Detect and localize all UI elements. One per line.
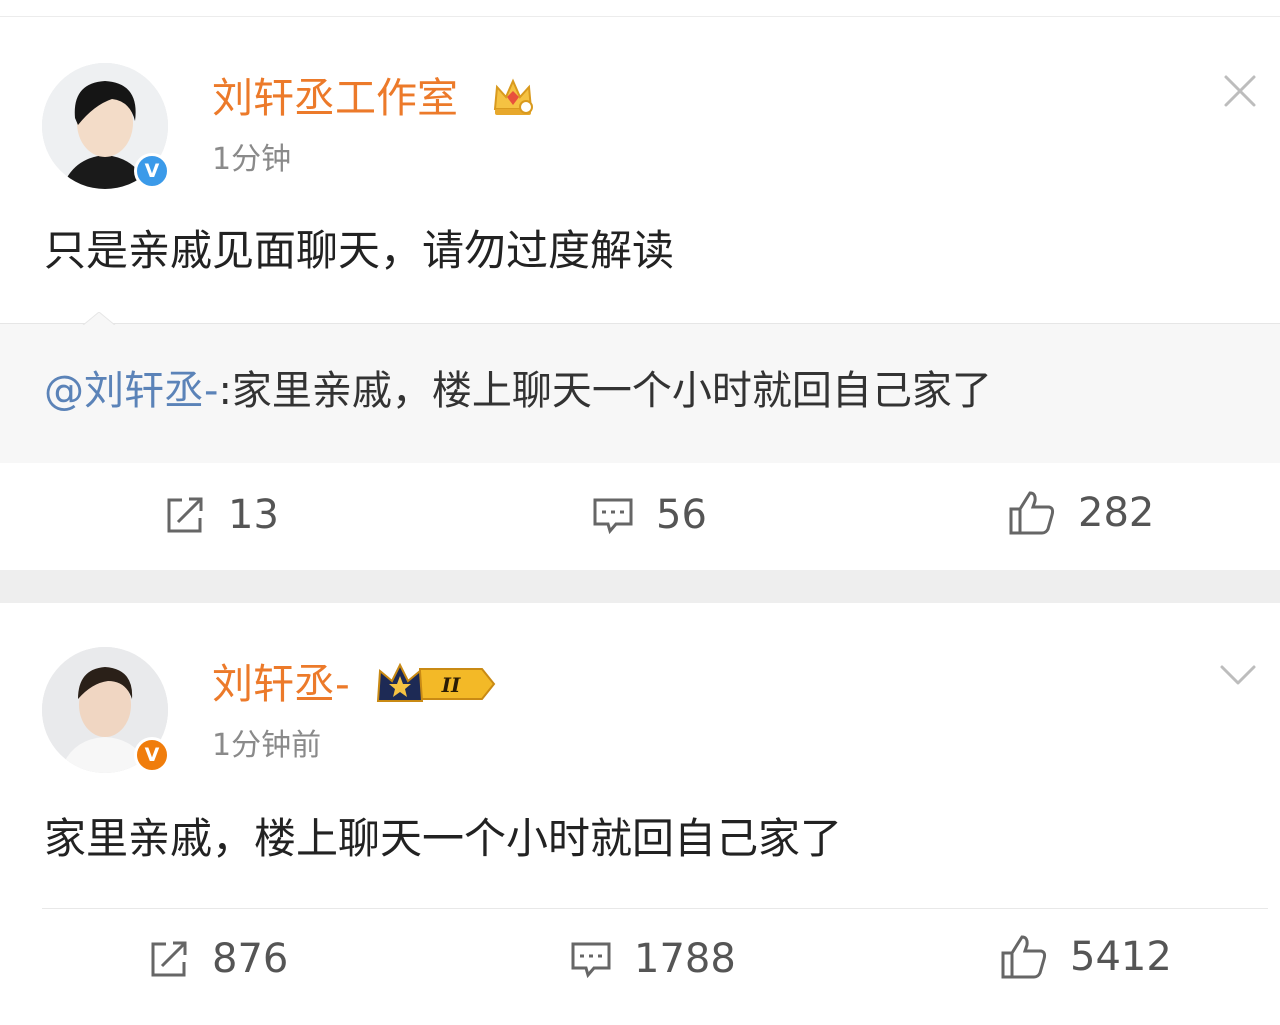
username[interactable]: 刘轩丞-: [212, 660, 350, 708]
repost-icon: [151, 941, 187, 977]
quote-notch: [82, 312, 116, 326]
action-bar: 876 1788 5412: [0, 909, 1280, 1009]
close-icon[interactable]: [1220, 71, 1260, 111]
post-content: 只是亲戚见面聊天，请勿过度解读: [44, 226, 675, 275]
post-separator: [0, 570, 1280, 603]
crown-icon: [490, 73, 536, 123]
like-count: 282: [1078, 490, 1155, 536]
like-icon: [1009, 491, 1055, 535]
like-count: 5412: [1070, 934, 1172, 980]
verified-icon: V: [134, 153, 170, 189]
repost-button[interactable]: 13: [164, 491, 279, 539]
post-card: V 刘轩丞工作室 1分钟 只是亲戚见面聊天，请勿过度解读 @刘轩丞-:家里亲戚，…: [0, 17, 1280, 570]
comment-icon: [571, 942, 611, 979]
post-card: V 刘轩丞- II 1分钟前 家里亲戚，楼上聊天一个小时就回自己家了 876 1…: [0, 603, 1280, 1025]
post-timestamp: 1分钟前: [212, 728, 322, 763]
like-button[interactable]: 282: [1008, 489, 1154, 537]
post-timestamp: 1分钟: [212, 142, 292, 177]
comment-count: 56: [656, 492, 707, 538]
chevron-down-icon[interactable]: [1218, 655, 1258, 695]
comment-button[interactable]: 56: [592, 491, 707, 539]
action-bar: 13 56 282: [0, 465, 1280, 565]
quote-text: @刘轩丞-:家里亲戚，楼上聊天一个小时就回自己家了: [44, 366, 992, 416]
comment-count: 1788: [634, 936, 736, 982]
repost-icon: [167, 497, 203, 533]
retweet-quote[interactable]: @刘轩丞-:家里亲戚，楼上聊天一个小时就回自己家了: [0, 312, 1280, 463]
like-button[interactable]: 5412: [1000, 933, 1172, 981]
username[interactable]: 刘轩丞工作室: [212, 74, 458, 122]
comment-icon: [593, 498, 633, 535]
svg-text:II: II: [441, 673, 461, 697]
repost-count: 13: [228, 492, 279, 538]
repost-count: 876: [212, 936, 289, 982]
quote-body: :家里亲戚，楼上聊天一个小时就回自己家了: [218, 368, 992, 414]
level-badge-icon: II: [376, 661, 498, 711]
repost-button[interactable]: 876: [148, 935, 288, 983]
comment-button[interactable]: 1788: [570, 935, 736, 983]
post-content: 家里亲戚，楼上聊天一个小时就回自己家了: [44, 814, 843, 863]
verified-icon: V: [134, 737, 170, 773]
like-icon: [1001, 935, 1047, 979]
mention-link[interactable]: @刘轩丞-: [44, 368, 218, 414]
